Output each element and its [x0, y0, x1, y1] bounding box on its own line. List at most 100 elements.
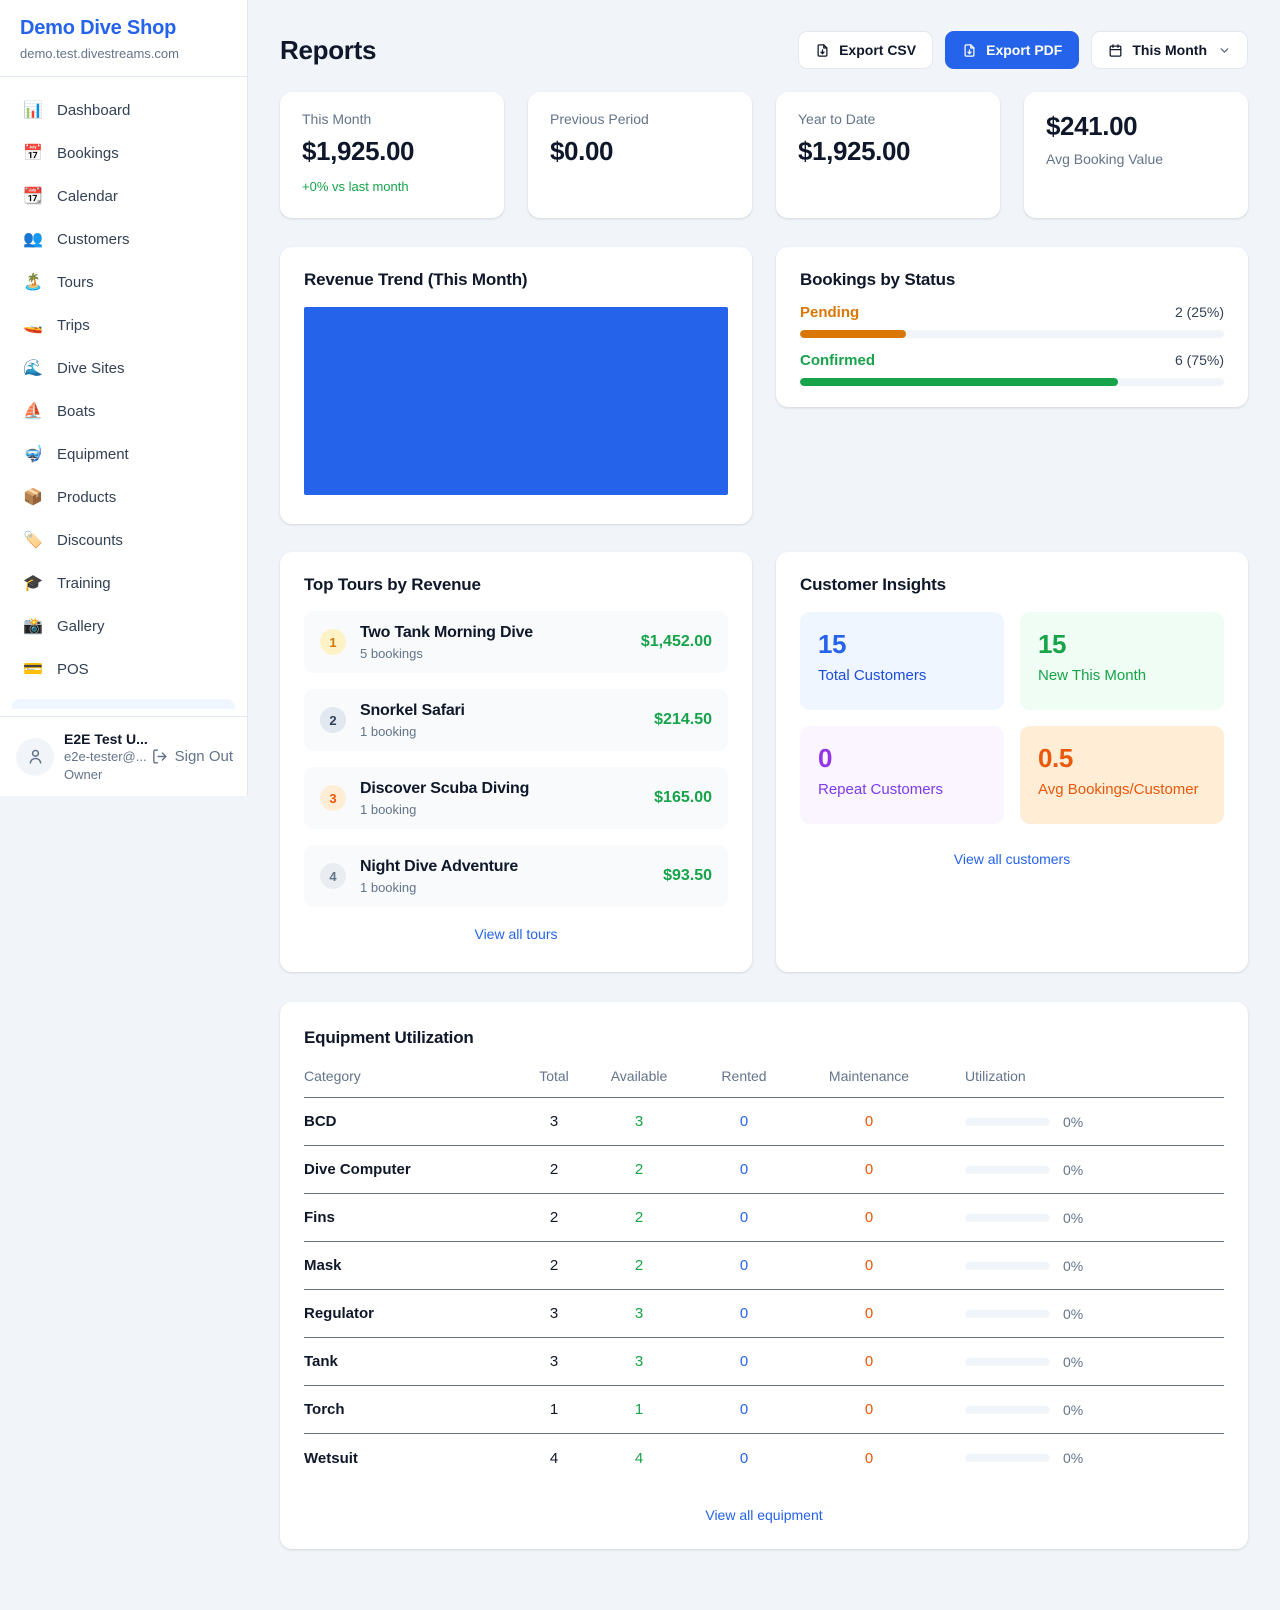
sidebar-item-pos[interactable]: 💳 POS: [12, 648, 235, 691]
cell-category: Fins: [304, 1209, 524, 1226]
tour-row: 3 Discover Scuba Diving 1 booking $165.0…: [304, 767, 728, 829]
stats-row: This Month $1,925.00 +0% vs last month P…: [280, 92, 1248, 218]
cell-category: Regulator: [304, 1305, 524, 1322]
cell-rented: 0: [694, 1401, 794, 1418]
sidebar-item-boats[interactable]: ⛵ Boats: [12, 390, 235, 433]
sidebar-item-label: Bookings: [57, 145, 119, 162]
cell-maintenance: 0: [794, 1450, 944, 1467]
column-header-maintenance: Maintenance: [794, 1068, 944, 1084]
sidebar-item-tours[interactable]: 🏝️ Tours: [12, 261, 235, 304]
sidebar-item-trips[interactable]: 🚤 Trips: [12, 304, 235, 347]
utilization-percent: 0%: [1063, 1450, 1083, 1466]
sidebar-item-dashboard[interactable]: 📊 Dashboard: [12, 89, 235, 132]
sidebar-item-label: Boats: [57, 403, 95, 420]
utilization-bar: [965, 1310, 1050, 1318]
cell-category: Mask: [304, 1257, 524, 1274]
tile-value: 0: [818, 743, 986, 774]
column-header-category: Category: [304, 1068, 524, 1084]
cell-maintenance: 0: [794, 1305, 944, 1322]
tour-bookings: 1 booking: [360, 880, 649, 895]
brand-domain: demo.test.divestreams.com: [20, 46, 227, 61]
sidebar-item-dive-sites[interactable]: 🌊 Dive Sites: [12, 347, 235, 390]
utilization-bar: [965, 1358, 1050, 1366]
tour-bookings: 5 bookings: [360, 646, 627, 661]
user-footer: E2E Test U... e2e-tester@... Owner Sign …: [0, 716, 247, 796]
cell-available: 3: [584, 1353, 694, 1370]
progress-fill: [800, 330, 906, 338]
tour-name: Night Dive Adventure: [360, 858, 649, 876]
cell-available: 2: [584, 1209, 694, 1226]
view-all-customers-link[interactable]: View all customers: [800, 851, 1224, 867]
tag-icon: 🏷️: [22, 533, 44, 549]
credit-card-icon: 💳: [22, 662, 44, 678]
table-row: Fins 2 2 0 0 0%: [304, 1194, 1224, 1242]
cell-category: Torch: [304, 1401, 524, 1418]
equipment-table: Category Total Available Rented Maintena…: [304, 1068, 1224, 1482]
sidebar-item-discounts[interactable]: 🏷️ Discounts: [12, 519, 235, 562]
view-all-tours-link[interactable]: View all tours: [304, 926, 728, 942]
page-title: Reports: [280, 35, 376, 66]
sidebar-item-gallery[interactable]: 📸 Gallery: [12, 605, 235, 648]
table-row: Wetsuit 4 4 0 0 0%: [304, 1434, 1224, 1482]
cell-total: 3: [524, 1305, 584, 1322]
tile-repeat-customers: 0 Repeat Customers: [800, 726, 1004, 824]
sailboat-icon: ⛵: [22, 404, 44, 420]
sidebar-item-bookings[interactable]: 📅 Bookings: [12, 132, 235, 175]
stat-value: $1,925.00: [798, 136, 978, 167]
progress-track: [800, 378, 1224, 386]
tile-label: Avg Bookings/Customer: [1038, 781, 1206, 798]
utilization-bar: [965, 1454, 1050, 1462]
brand-block: Demo Dive Shop demo.test.divestreams.com: [0, 0, 247, 77]
tour-row: 2 Snorkel Safari 1 booking $214.50: [304, 689, 728, 751]
stat-card-this-month: This Month $1,925.00 +0% vs last month: [280, 92, 504, 218]
revenue-trend-chart: [304, 307, 728, 495]
speedboat-icon: 🚤: [22, 318, 44, 334]
cell-total: 2: [524, 1161, 584, 1178]
graduation-cap-icon: 🎓: [22, 576, 44, 592]
cell-available: 4: [584, 1450, 694, 1467]
sidebar-item-label: Customers: [57, 231, 130, 248]
file-download-icon: [815, 43, 830, 58]
utilization-percent: 0%: [1063, 1402, 1083, 1418]
status-row-confirmed: Confirmed 6 (75%): [800, 352, 1224, 386]
people-icon: 👥: [22, 232, 44, 248]
sidebar-active-item-partial[interactable]: [12, 699, 235, 709]
tile-label: Total Customers: [818, 667, 986, 684]
tour-name: Two Tank Morning Dive: [360, 624, 627, 642]
sign-out-icon: [151, 748, 168, 765]
revenue-trend-card: Revenue Trend (This Month): [280, 247, 752, 524]
stat-card-avg-booking-value: $241.00 Avg Booking Value: [1024, 92, 1248, 218]
tour-row: 1 Two Tank Morning Dive 5 bookings $1,45…: [304, 611, 728, 673]
sidebar-item-training[interactable]: 🎓 Training: [12, 562, 235, 605]
tour-bookings: 1 booking: [360, 802, 640, 817]
tear-off-calendar-icon: 📆: [22, 189, 44, 205]
utilization-percent: 0%: [1063, 1258, 1083, 1274]
export-csv-button[interactable]: Export CSV: [798, 31, 933, 69]
sign-out-button[interactable]: Sign Out: [151, 748, 233, 765]
sidebar-item-label: POS: [57, 661, 89, 678]
tile-value: 15: [1038, 629, 1206, 660]
sign-out-label: Sign Out: [175, 748, 233, 765]
wave-icon: 🌊: [22, 361, 44, 377]
sidebar-item-label: Equipment: [57, 446, 129, 463]
tour-amount: $1,452.00: [641, 633, 712, 651]
sidebar-item-products[interactable]: 📦 Products: [12, 476, 235, 519]
period-select[interactable]: This Month: [1091, 31, 1248, 69]
export-pdf-button[interactable]: Export PDF: [945, 31, 1079, 69]
brand-name: Demo Dive Shop: [20, 17, 227, 40]
status-label: Confirmed: [800, 352, 875, 369]
equipment-utilization-title: Equipment Utilization: [304, 1028, 1224, 1048]
sidebar-item-equipment[interactable]: 🤿 Equipment: [12, 433, 235, 476]
sidebar-item-customers[interactable]: 👥 Customers: [12, 218, 235, 261]
tile-new-this-month: 15 New This Month: [1020, 612, 1224, 710]
cell-maintenance: 0: [794, 1113, 944, 1130]
utilization-percent: 0%: [1063, 1114, 1083, 1130]
rank-badge: 3: [320, 785, 346, 811]
view-all-equipment-link[interactable]: View all equipment: [304, 1507, 1224, 1523]
sidebar-item-calendar[interactable]: 📆 Calendar: [12, 175, 235, 218]
utilization-bar: [965, 1406, 1050, 1414]
rank-badge: 2: [320, 707, 346, 733]
progress-track: [800, 330, 1224, 338]
rank-badge: 4: [320, 863, 346, 889]
cell-maintenance: 0: [794, 1353, 944, 1370]
